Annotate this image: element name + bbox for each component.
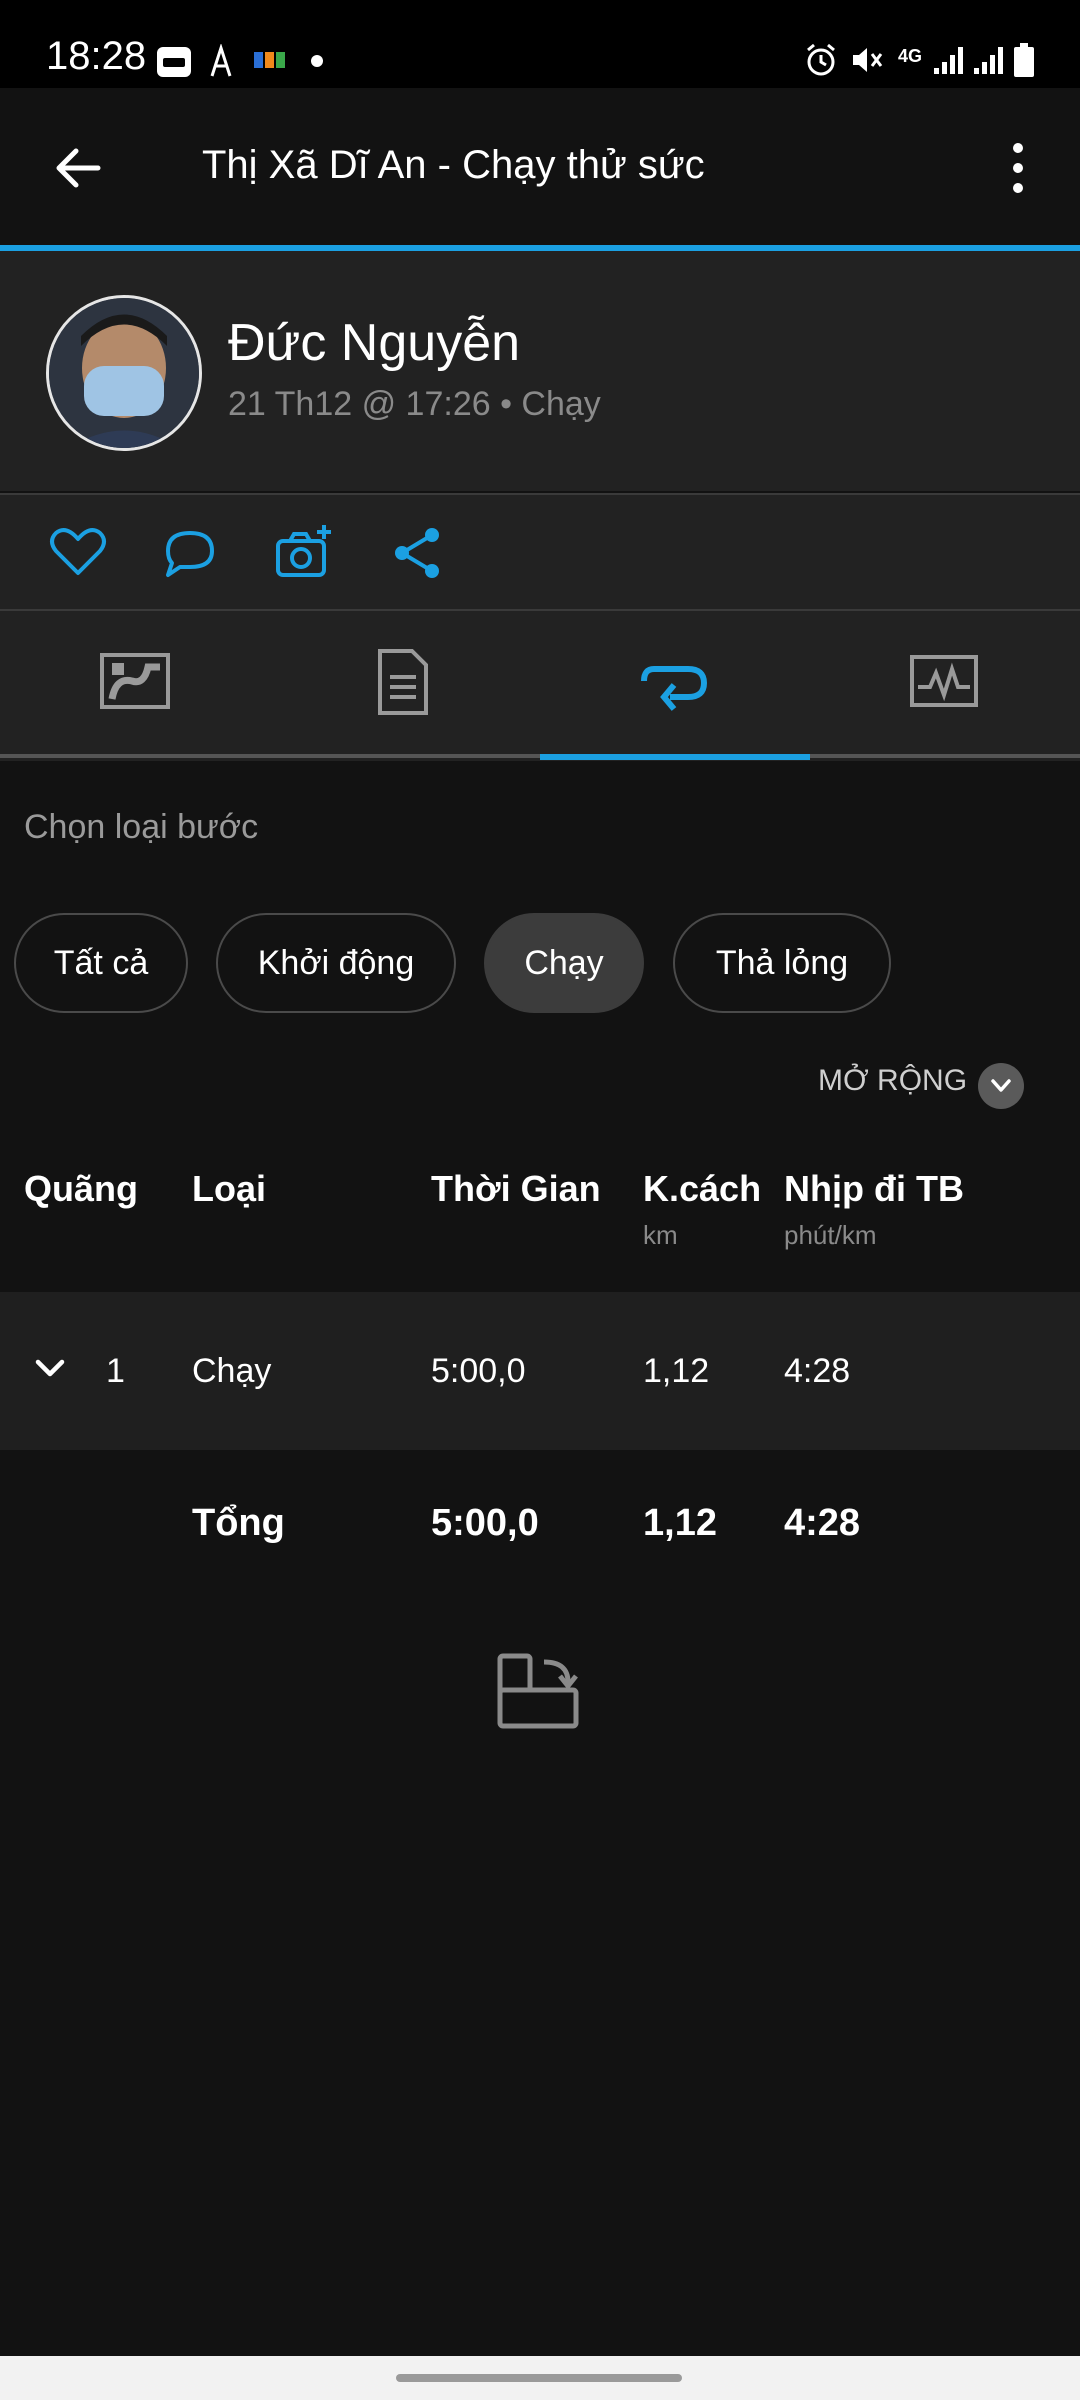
- pace-unit: phút/km: [784, 1220, 877, 1250]
- action-bar: [0, 493, 1080, 609]
- lap-distance: 1,12: [643, 1352, 710, 1390]
- system-nav-bar: [0, 2356, 1080, 2400]
- battery-icon: [1014, 43, 1034, 77]
- col-header-time[interactable]: Thời Gian: [431, 1168, 601, 1210]
- strava-icon: [210, 44, 232, 77]
- page-title: Thị Xã Dĩ An - Chạy thử sức: [202, 143, 705, 187]
- lap-number: 1: [106, 1352, 125, 1390]
- tab-map[interactable]: [0, 611, 270, 761]
- expand-button[interactable]: [978, 1063, 1024, 1109]
- comment-icon[interactable]: [158, 521, 222, 585]
- chevron-down-icon[interactable]: [34, 1356, 66, 1380]
- alarm-icon: [807, 43, 835, 76]
- col-header-lap[interactable]: Quãng: [24, 1168, 138, 1210]
- expand-label[interactable]: MỞ RỘNG: [818, 1064, 967, 1098]
- heart-icon[interactable]: [46, 521, 110, 585]
- chart-icon: [910, 655, 978, 707]
- camera-plus-icon[interactable]: [272, 521, 336, 585]
- laps-icon: [641, 666, 708, 711]
- activity-meta: 21 Th12 @ 17:26 • Chạy: [228, 385, 601, 423]
- col-header-type[interactable]: Loại: [192, 1168, 266, 1210]
- profile-header: Đức Nguyễn 21 Th12 @ 17:26 • Chạy: [0, 251, 1080, 491]
- lap-time: 5:00,0: [431, 1352, 526, 1390]
- chip-cooldown[interactable]: Thả lỏng: [673, 913, 891, 1013]
- tab-laps[interactable]: [540, 611, 810, 761]
- tab-summary[interactable]: [270, 611, 540, 761]
- chip-all[interactable]: Tất cả: [14, 913, 188, 1013]
- activity-tabs: [0, 609, 1080, 761]
- map-icon: [100, 653, 170, 709]
- more-vertical-icon[interactable]: [1004, 140, 1032, 196]
- signal-icon: [934, 47, 963, 74]
- network-type: 4G: [898, 46, 923, 66]
- mute-icon: [853, 48, 883, 72]
- tab-analysis[interactable]: [810, 611, 1080, 761]
- lap-pace: 4:28: [784, 1352, 851, 1390]
- total-label: Tổng: [192, 1502, 285, 1544]
- active-tab-indicator: [540, 754, 810, 760]
- lap-type: Chạy: [192, 1352, 272, 1390]
- document-icon: [378, 649, 428, 715]
- chip-run[interactable]: Chạy: [484, 913, 644, 1013]
- total-pace: 4:28: [784, 1502, 861, 1544]
- dot-icon: [311, 55, 323, 67]
- distance-unit: km: [643, 1220, 678, 1250]
- total-distance: 1,12: [643, 1502, 717, 1544]
- chip-warmup[interactable]: Khởi động: [216, 913, 456, 1013]
- status-bar: 18:28 4G: [0, 0, 1080, 88]
- share-icon[interactable]: [386, 521, 450, 585]
- zalo-icon: [157, 47, 191, 77]
- total-time: 5:00,0: [431, 1502, 539, 1544]
- arrow-left-icon[interactable]: [50, 140, 106, 196]
- app-bar: Thị Xã Dĩ An - Chạy thử sức: [0, 88, 1080, 246]
- fpt-icon: [254, 52, 285, 68]
- home-gesture-handle[interactable]: [396, 2374, 682, 2382]
- step-type-label: Chọn loại bước: [24, 808, 259, 846]
- col-header-pace[interactable]: Nhịp đi TB: [784, 1168, 964, 1210]
- chevron-down-icon: [991, 1079, 1011, 1092]
- athlete-name: Đức Nguyễn: [228, 314, 521, 372]
- avatar[interactable]: [46, 295, 202, 451]
- col-header-distance[interactable]: K.cách: [643, 1168, 761, 1210]
- rotate-screen-icon[interactable]: [494, 1650, 586, 1734]
- signal-icon: [974, 47, 1003, 74]
- table-row[interactable]: 1 Chạy 5:00,0 1,12 4:28: [0, 1292, 1080, 1450]
- status-time: 18:28: [46, 34, 147, 78]
